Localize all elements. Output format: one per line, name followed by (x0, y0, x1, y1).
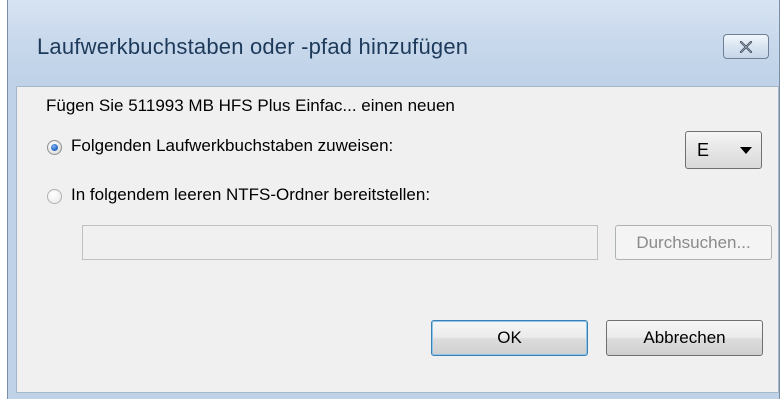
drive-letter-select[interactable]: E (685, 131, 762, 169)
radio-mount-ntfs-folder[interactable] (47, 189, 62, 204)
cancel-button[interactable]: Abbrechen (606, 320, 763, 356)
drive-letter-value: E (697, 140, 710, 160)
dialog-title: Laufwerkbuchstaben oder -pfad hinzufügen (37, 34, 469, 59)
close-button[interactable] (723, 34, 769, 59)
chevron-down-icon (740, 147, 752, 154)
title-bar[interactable]: Laufwerkbuchstaben oder -pfad hinzufügen (8, 0, 779, 86)
browse-button[interactable]: Durchsuchen... (615, 225, 772, 260)
close-icon (739, 40, 753, 53)
dialog-body: Fügen Sie 511993 MB HFS Plus Einfac... e… (16, 86, 779, 393)
radio-assign-drive-letter-label[interactable]: Folgenden Laufwerkbuchstaben zuweisen: (71, 136, 393, 156)
folder-path-input[interactable] (82, 225, 598, 260)
dialog-window: Laufwerkbuchstaben oder -pfad hinzufügen… (0, 0, 782, 399)
description-text: Fügen Sie 511993 MB HFS Plus Einfac... e… (46, 96, 455, 115)
window-frame: Laufwerkbuchstaben oder -pfad hinzufügen… (7, 0, 780, 399)
radio-assign-drive-letter[interactable] (47, 140, 62, 155)
radio-mount-ntfs-folder-label[interactable]: In folgendem leeren NTFS-Ordner bereitst… (71, 185, 430, 205)
ok-button[interactable]: OK (431, 320, 588, 356)
